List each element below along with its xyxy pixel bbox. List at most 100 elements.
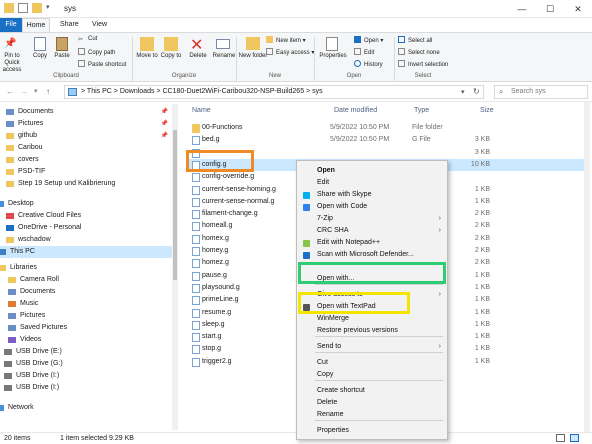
cut-button[interactable]: ✂ Cut bbox=[78, 36, 97, 43]
paste-button[interactable]: Paste bbox=[50, 53, 74, 60]
nav-item[interactable]: Network bbox=[0, 402, 176, 414]
invert-selection-button[interactable]: Invert selection bbox=[398, 60, 448, 68]
pin-icon: 📌 bbox=[160, 133, 168, 139]
tab-share[interactable]: Share bbox=[52, 18, 87, 32]
copy-path-button[interactable]: Copy path bbox=[78, 48, 115, 56]
easy-access-button[interactable]: Easy access ▾ bbox=[266, 48, 314, 56]
breadcrumb-separator: > bbox=[306, 88, 311, 95]
forward-arrow-icon[interactable]: → bbox=[20, 87, 28, 96]
nav-item[interactable]: USB Drive (G:) bbox=[0, 358, 176, 370]
context-menu-item[interactable]: Edit bbox=[297, 177, 447, 189]
nav-item[interactable]: OneDrive - Personal bbox=[0, 222, 176, 234]
open-button[interactable]: Open ▾ bbox=[354, 36, 383, 44]
breadcrumb-this-pc[interactable]: This PC bbox=[87, 88, 112, 95]
move-to-button[interactable]: Move to bbox=[134, 53, 160, 60]
file-date: 5/9/2022 10:50 PM bbox=[330, 124, 390, 131]
file-scrollbar[interactable] bbox=[584, 102, 590, 432]
nav-item[interactable]: covers bbox=[0, 154, 176, 166]
nav-item[interactable]: Pictures 📌 bbox=[0, 118, 176, 130]
history-button[interactable]: History bbox=[354, 60, 383, 68]
context-menu-item[interactable]: 7-Zip › bbox=[297, 213, 447, 225]
rename-button[interactable]: Rename bbox=[210, 53, 238, 60]
select-none-button[interactable]: Select none bbox=[398, 48, 440, 56]
nav-item[interactable]: USB Drive (I:) bbox=[0, 370, 176, 382]
column-header-type[interactable]: Type bbox=[414, 107, 429, 114]
close-button[interactable]: ✕ bbox=[564, 0, 592, 18]
nav-scrollbar-thumb[interactable] bbox=[173, 130, 177, 280]
breadcrumb-folder[interactable]: CC180-Duet2WiFi-Caribou320-NSP-Build265 bbox=[162, 88, 304, 95]
address-dropdown-icon[interactable]: ▾ bbox=[461, 88, 465, 96]
properties-button[interactable]: Properties bbox=[316, 53, 350, 60]
context-menu-item[interactable]: WinMerge bbox=[297, 313, 447, 325]
breadcrumb-downloads[interactable]: Downloads bbox=[120, 88, 155, 95]
context-menu-item[interactable]: Scan with Microsoft Defender... bbox=[297, 249, 447, 261]
context-menu-item[interactable]: Properties bbox=[297, 425, 447, 437]
context-menu-item[interactable]: CRC SHA › bbox=[297, 225, 447, 237]
nav-item[interactable]: Camera Roll bbox=[0, 274, 176, 286]
new-item-button[interactable]: New item ▾ bbox=[266, 36, 306, 44]
nav-item[interactable]: This PC bbox=[0, 246, 176, 258]
delete-button[interactable]: Delete bbox=[184, 53, 212, 60]
nav-item[interactable]: Videos bbox=[0, 334, 176, 346]
selection-info: 1 item selected 9.29 KB bbox=[60, 435, 134, 442]
context-menu-item[interactable]: Create shortcut bbox=[297, 385, 447, 397]
column-header-size[interactable]: Size bbox=[480, 107, 494, 114]
nav-item[interactable]: Pictures bbox=[0, 310, 176, 322]
file-row[interactable]: bed.g 5/9/2022 10:50 PM G File 3 KB bbox=[186, 134, 586, 146]
maximize-button[interactable]: ☐ bbox=[536, 0, 564, 18]
copy-button[interactable]: Copy bbox=[28, 53, 52, 60]
context-menu-label: Delete bbox=[317, 399, 338, 406]
nav-item[interactable]: Saved Pictures bbox=[0, 322, 176, 334]
chevron-down-icon[interactable]: ▾ bbox=[46, 3, 50, 11]
breadcrumb-sys[interactable]: sys bbox=[312, 88, 323, 95]
nav-item[interactable]: Step 19 Setup und Kalibrierung bbox=[0, 178, 176, 190]
nav-item[interactable]: wschadow bbox=[0, 234, 176, 246]
new-folder-button[interactable]: New folder bbox=[238, 53, 268, 60]
address-bar[interactable]: > This PC > Downloads > CC180-Duet2WiFi-… bbox=[64, 85, 484, 99]
file-name: homey.g bbox=[202, 247, 229, 254]
nav-item[interactable]: PSD-TIF bbox=[0, 166, 176, 178]
file-size: 1 KB bbox=[474, 357, 490, 365]
minimize-button[interactable]: — bbox=[508, 0, 536, 18]
select-all-button[interactable]: Select all bbox=[398, 36, 432, 44]
nav-item[interactable]: Documents bbox=[0, 286, 176, 298]
nav-item[interactable]: Creative Cloud Files bbox=[0, 210, 176, 222]
breadcrumb-separator: > bbox=[113, 88, 118, 95]
context-menu-item[interactable]: Share with Skype bbox=[297, 189, 447, 201]
nav-item-icon bbox=[6, 157, 14, 163]
file-row[interactable]: 00-Functions 5/9/2022 10:50 PM File folder bbox=[186, 122, 586, 134]
file-size: 1 KB bbox=[474, 308, 490, 316]
context-menu-item[interactable]: Open with Code bbox=[297, 201, 447, 213]
back-arrow-icon[interactable]: ← bbox=[6, 87, 14, 96]
column-header-date[interactable]: Date modified bbox=[334, 107, 377, 114]
nav-item[interactable]: Caribou bbox=[0, 142, 176, 154]
context-menu-item[interactable]: Cut bbox=[297, 357, 447, 369]
tab-home[interactable]: Home bbox=[22, 18, 50, 32]
new-folder-icon[interactable] bbox=[32, 3, 42, 13]
context-menu-label: Edit with Notepad++ bbox=[317, 239, 381, 246]
tab-file[interactable]: File bbox=[0, 18, 22, 32]
nav-item[interactable]: USB Drive (E:) bbox=[0, 346, 176, 358]
context-menu-item[interactable]: Open bbox=[297, 165, 447, 177]
tab-view[interactable]: View bbox=[84, 18, 115, 32]
pin-quick-access-button[interactable]: Pin to Quick access bbox=[0, 53, 26, 74]
properties-icon[interactable] bbox=[18, 3, 28, 13]
nav-item[interactable]: USB Drive (I:) bbox=[0, 382, 176, 394]
context-menu-item[interactable]: Delete bbox=[297, 397, 447, 409]
nav-item[interactable]: Libraries bbox=[0, 262, 176, 274]
up-arrow-icon[interactable]: ↑ bbox=[46, 87, 50, 96]
search-box[interactable]: ⌕ Search sys bbox=[494, 85, 588, 99]
context-menu-item[interactable]: Edit with Notepad++ bbox=[297, 237, 447, 249]
nav-item[interactable]: Desktop bbox=[0, 198, 176, 210]
nav-item[interactable]: Music bbox=[0, 298, 176, 310]
column-header-name[interactable]: Name bbox=[192, 107, 211, 114]
nav-item[interactable]: github 📌 bbox=[0, 130, 176, 142]
nav-item[interactable]: Documents 📌 bbox=[0, 106, 176, 118]
refresh-icon[interactable]: ↻ bbox=[473, 87, 480, 96]
edit-button[interactable]: Edit bbox=[354, 48, 374, 56]
large-icons-view-icon[interactable] bbox=[570, 434, 579, 442]
copy-to-button[interactable]: Copy to bbox=[158, 53, 184, 60]
recent-chevron-icon[interactable]: ▾ bbox=[34, 87, 38, 95]
paste-shortcut-button[interactable]: Paste shortcut bbox=[78, 60, 126, 68]
details-view-icon[interactable] bbox=[556, 434, 565, 442]
